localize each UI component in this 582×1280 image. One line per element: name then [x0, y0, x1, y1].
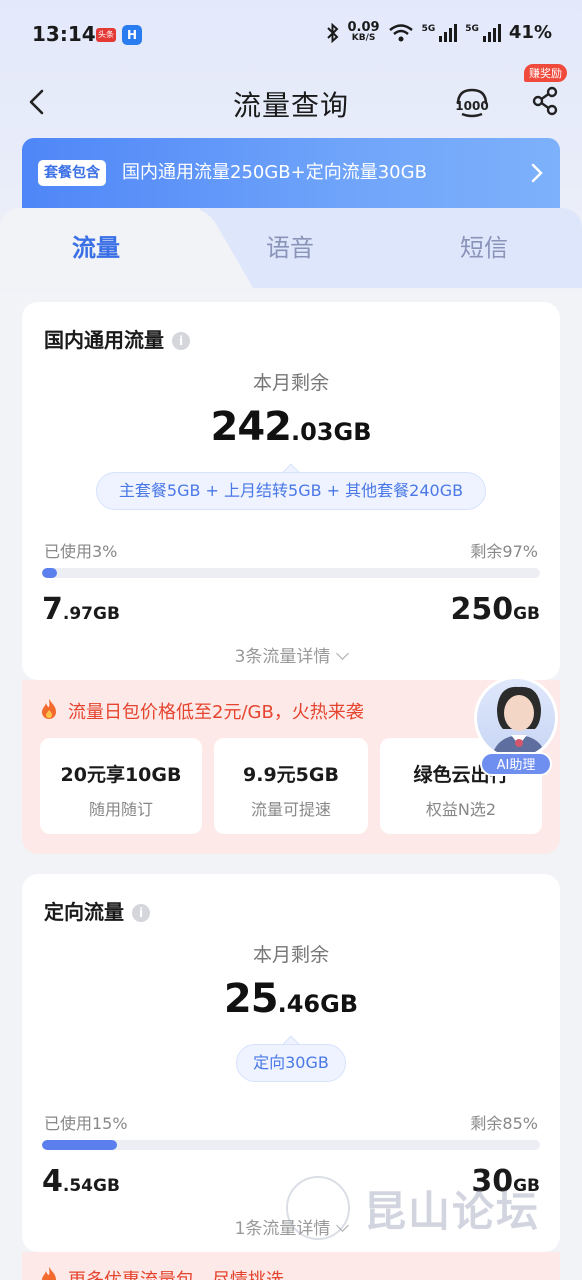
remaining-percent: 剩余85% [470, 1114, 538, 1133]
usage-progress-fill [42, 1140, 117, 1150]
usage-progress [42, 1140, 540, 1150]
chevron-right-icon [531, 163, 543, 183]
data-details-link[interactable]: 3条流量详情 [22, 642, 560, 667]
card-title: 定向流量 i [44, 896, 150, 925]
status-time: 13:14 [32, 22, 96, 46]
used-amount: 7.97GB [42, 592, 120, 627]
promo-tile-1[interactable]: 20元享10GB 随用随订 [40, 738, 202, 834]
promo-headline[interactable]: 流量日包价格低至2元/GB，火热来袭 [68, 698, 364, 724]
tab-data[interactable]: 流量 [36, 228, 156, 263]
usage-progress-fill [42, 568, 57, 578]
chevron-down-icon [336, 647, 350, 660]
remain-value: 25.46GB [223, 976, 359, 1022]
usage-progress [42, 568, 540, 578]
status-indicators: 0.09 KB/S 5G 5G 41% [326, 19, 552, 43]
card-title: 国内通用流量 i [44, 324, 190, 353]
ai-assistant-avatar[interactable] [474, 676, 558, 760]
info-icon[interactable]: i [132, 904, 150, 922]
watermark-text: 昆山论坛 [364, 1187, 541, 1236]
general-data-card: 国内通用流量 i 本月剩余 242.03GB 主套餐5GB + 上月结转5GB +… [22, 302, 560, 680]
fire-icon [42, 1267, 56, 1280]
package-tag: 套餐包含 [38, 160, 106, 186]
page-title: 流量查询 [232, 89, 349, 122]
share-icon[interactable] [530, 86, 560, 116]
signal-icon-1: 5G [422, 23, 458, 42]
promo-headline-2[interactable]: 更多优惠流量包，尽情挑选 [68, 1266, 284, 1280]
ai-assistant-label[interactable]: AI助理 [480, 752, 552, 776]
wifi-icon [388, 23, 413, 41]
remain-label: 本月剩余 [252, 944, 329, 966]
page-header: 流量查询 1000 赚奖励 [0, 64, 582, 134]
breakdown-pill: 定向30GB [236, 1044, 346, 1082]
package-banner[interactable]: 套餐包含 国内通用流量250GB+定向流量30GB [22, 138, 560, 208]
package-description: 国内通用流量250GB+定向流量30GB [122, 162, 427, 183]
toutiao-app-icon: 头条 [96, 28, 116, 42]
used-percent: 已使用3% [44, 542, 118, 561]
remaining-percent: 剩余97% [470, 542, 538, 561]
remain-value: 242.03GB [210, 404, 372, 450]
tab-sms[interactable]: 短信 [424, 228, 544, 263]
10000-icon[interactable]: 1000 [452, 86, 492, 120]
info-icon[interactable]: i [172, 332, 190, 350]
forum-watermark: 昆山论坛 [282, 1170, 572, 1260]
reward-badge[interactable]: 赚奖励 [524, 64, 567, 82]
bluetooth-icon [326, 22, 338, 43]
svg-text:1000: 1000 [455, 99, 488, 113]
battery-level: 41% [508, 22, 552, 43]
status-bar: 13:14 头条 H 0.09 KB/S 5G 5G 41% [0, 0, 582, 70]
signal-icon-2: 5G [465, 23, 501, 42]
total-amount: 250GB [450, 592, 540, 627]
tab-voice[interactable]: 语音 [230, 228, 350, 263]
watermark-logo-icon [286, 1176, 350, 1240]
fire-icon [42, 699, 56, 719]
used-percent: 已使用15% [44, 1114, 128, 1133]
tab-bar: 流量 语音 短信 [0, 208, 582, 288]
network-speed: 0.09 KB/S [347, 19, 380, 43]
breakdown-pill: 主套餐5GB + 上月结转5GB + 其他套餐240GB [96, 472, 486, 510]
promo-tile-2[interactable]: 9.9元5GB 流量可提速 [214, 738, 368, 834]
app-notification-icon: H [122, 25, 142, 45]
remain-label: 本月剩余 [252, 372, 329, 394]
used-amount: 4.54GB [42, 1164, 120, 1199]
